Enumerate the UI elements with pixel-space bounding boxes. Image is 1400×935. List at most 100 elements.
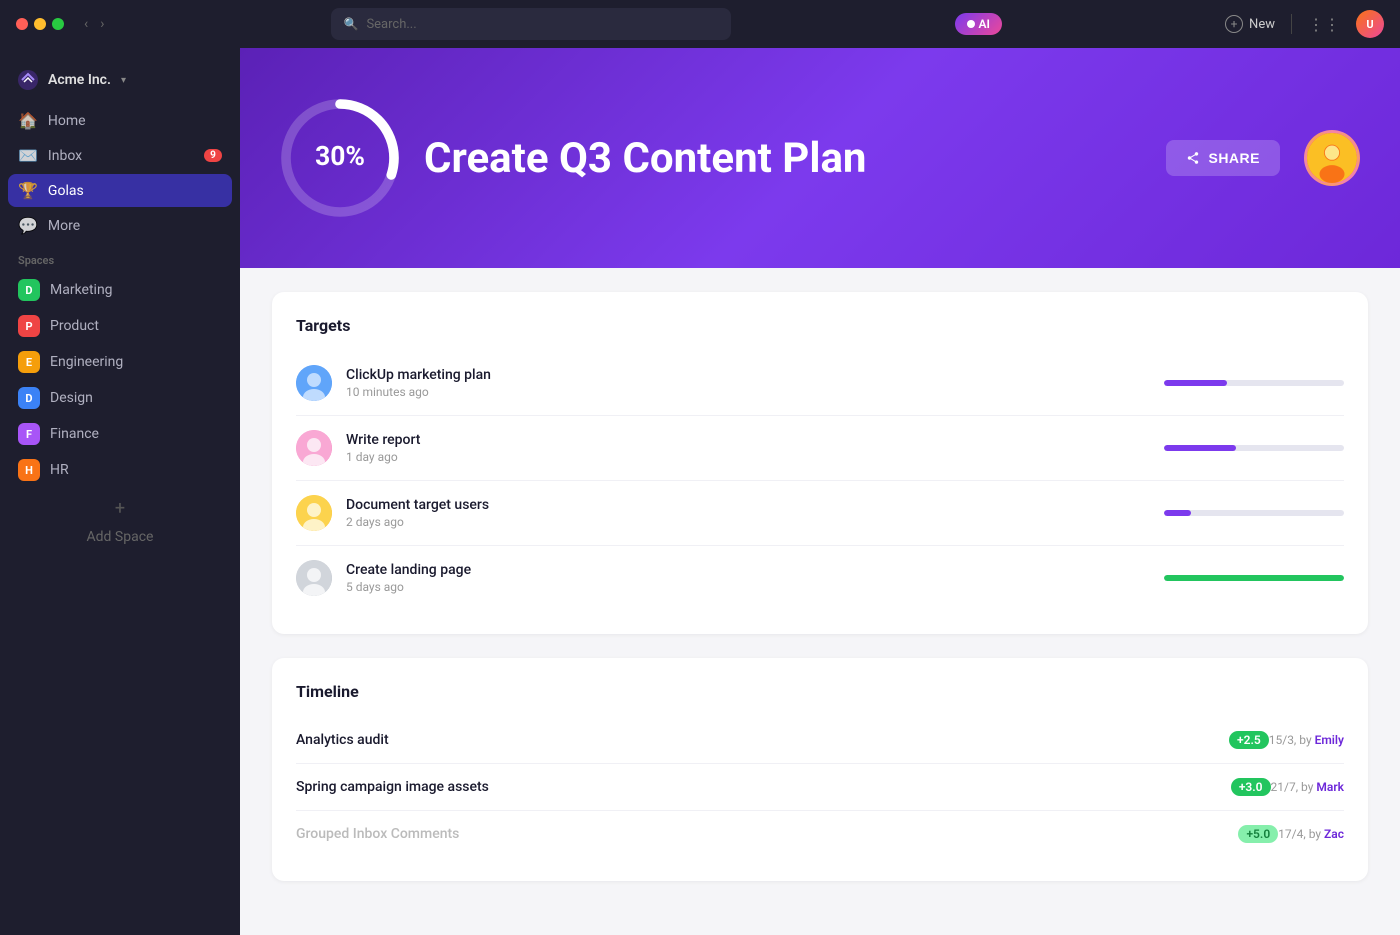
more-icon: 💬 xyxy=(18,216,38,235)
target-progress-3 xyxy=(1164,510,1344,516)
new-plus-icon: + xyxy=(1225,15,1243,33)
target-item-4: Create landing page 5 days ago xyxy=(296,546,1344,610)
hero-title: Create Q3 Content Plan xyxy=(424,134,1142,183)
home-icon: 🏠 xyxy=(18,111,38,130)
target-avatar-3 xyxy=(296,495,332,531)
target-name-2: Write report xyxy=(346,432,1150,448)
targets-card: Targets ClickUp marketing plan 10 minute… xyxy=(272,292,1368,634)
target-info-2: Write report 1 day ago xyxy=(346,432,1150,464)
target-time-1: 10 minutes ago xyxy=(346,385,1150,399)
target-info-3: Document target users 2 days ago xyxy=(346,497,1150,529)
spaces-section-label: Spaces xyxy=(0,242,240,273)
space-item-finance[interactable]: F Finance xyxy=(8,417,232,451)
target-name-3: Document target users xyxy=(346,497,1150,513)
space-label-design: Design xyxy=(50,390,93,406)
workspace-name: Acme Inc. xyxy=(48,72,111,88)
new-button[interactable]: + New xyxy=(1225,15,1275,33)
share-button[interactable]: SHARE xyxy=(1166,140,1280,176)
ai-label: AI xyxy=(979,17,990,31)
timeline-date-1: 15/3, by Emily xyxy=(1269,733,1344,747)
main-layout: Acme Inc. ▾ 🏠 Home ✉️ Inbox 9 🏆 Golas 💬 … xyxy=(0,48,1400,935)
space-item-marketing[interactable]: D Marketing xyxy=(8,273,232,307)
target-time-2: 1 day ago xyxy=(346,450,1150,464)
inbox-icon: ✉️ xyxy=(18,146,38,165)
timeline-card: Timeline Analytics audit +2.5 15/3, by E… xyxy=(272,658,1368,881)
traffic-lights xyxy=(16,18,64,30)
goals-icon: 🏆 xyxy=(18,181,38,200)
search-placeholder: Search... xyxy=(366,17,719,32)
sidebar-nav: 🏠 Home ✉️ Inbox 9 🏆 Golas 💬 More xyxy=(0,104,240,242)
ai-button[interactable]: AI xyxy=(955,13,1002,35)
timeline-name-2: Spring campaign image assets xyxy=(296,779,1221,795)
target-name-1: ClickUp marketing plan xyxy=(346,367,1150,383)
target-progress-4 xyxy=(1164,575,1344,581)
targets-title: Targets xyxy=(296,316,1344,335)
space-label-engineering: Engineering xyxy=(50,354,123,370)
main-content: Targets ClickUp marketing plan 10 minute… xyxy=(240,268,1400,935)
back-arrow[interactable]: ‹ xyxy=(80,14,92,34)
divider xyxy=(1291,14,1292,34)
sidebar: Acme Inc. ▾ 🏠 Home ✉️ Inbox 9 🏆 Golas 💬 … xyxy=(0,48,240,935)
target-name-4: Create landing page xyxy=(346,562,1150,578)
target-item-1: ClickUp marketing plan 10 minutes ago xyxy=(296,351,1344,416)
target-progress-1 xyxy=(1164,380,1344,386)
workspace-header[interactable]: Acme Inc. ▾ xyxy=(0,60,240,104)
sidebar-item-home[interactable]: 🏠 Home xyxy=(8,104,232,137)
add-space-button[interactable]: + Add Space xyxy=(0,491,240,551)
target-info-4: Create landing page 5 days ago xyxy=(346,562,1150,594)
target-avatar-1 xyxy=(296,365,332,401)
hero-header: 30% Create Q3 Content Plan SHARE xyxy=(240,48,1400,268)
hr-badge: H xyxy=(18,459,40,481)
target-item-3: Document target users 2 days ago xyxy=(296,481,1344,546)
target-avatar-4 xyxy=(296,560,332,596)
target-time-3: 2 days ago xyxy=(346,515,1150,529)
nav-arrows: ‹ › xyxy=(80,14,108,34)
forward-arrow[interactable]: › xyxy=(96,14,108,34)
search-bar[interactable]: 🔍 Search... xyxy=(331,8,731,40)
space-label-hr: HR xyxy=(50,462,69,478)
sidebar-item-more[interactable]: 💬 More xyxy=(8,209,232,242)
space-item-product[interactable]: P Product xyxy=(8,309,232,343)
minimize-button[interactable] xyxy=(34,18,46,30)
title-bar-right: + New ⋮⋮ U xyxy=(1225,10,1384,38)
share-label: SHARE xyxy=(1208,150,1260,166)
timeline-date-2: 21/7, by Mark xyxy=(1271,780,1344,794)
title-bar: ‹ › 🔍 Search... AI + New ⋮⋮ U xyxy=(0,0,1400,48)
space-item-design[interactable]: D Design xyxy=(8,381,232,415)
sidebar-item-goals[interactable]: 🏆 Golas xyxy=(8,174,232,207)
close-button[interactable] xyxy=(16,18,28,30)
add-space-label: Add Space xyxy=(87,529,154,545)
maximize-button[interactable] xyxy=(52,18,64,30)
timeline-tag-1: +2.5 xyxy=(1229,731,1269,749)
design-badge: D xyxy=(18,387,40,409)
user-avatar[interactable]: U xyxy=(1356,10,1384,38)
marketing-badge: D xyxy=(18,279,40,301)
timeline-name-1: Analytics audit xyxy=(296,732,1219,748)
sidebar-item-inbox[interactable]: ✉️ Inbox 9 xyxy=(8,139,232,172)
timeline-date-3: 17/4, by Zac xyxy=(1278,827,1344,841)
progress-percent: 30% xyxy=(315,142,365,172)
timeline-title: Timeline xyxy=(296,682,1344,701)
hero-user-avatar[interactable] xyxy=(1304,130,1360,186)
finance-badge: F xyxy=(18,423,40,445)
space-label-marketing: Marketing xyxy=(50,282,113,298)
ai-dot-icon xyxy=(967,20,975,28)
timeline-name-3: Grouped Inbox Comments xyxy=(296,826,1228,842)
timeline-item-3: Grouped Inbox Comments +5.0 17/4, by Zac xyxy=(296,811,1344,857)
grid-icon[interactable]: ⋮⋮ xyxy=(1308,15,1340,34)
content-area: 30% Create Q3 Content Plan SHARE xyxy=(240,48,1400,935)
inbox-badge: 9 xyxy=(204,149,222,162)
new-label: New xyxy=(1249,17,1275,32)
product-badge: P xyxy=(18,315,40,337)
timeline-tag-2: +3.0 xyxy=(1231,778,1271,796)
target-item-2: Write report 1 day ago xyxy=(296,416,1344,481)
spaces-nav: D Marketing P Product E Engineering D De… xyxy=(0,273,240,487)
workspace-logo-icon xyxy=(16,68,40,92)
space-item-hr[interactable]: H HR xyxy=(8,453,232,487)
target-avatar-2 xyxy=(296,430,332,466)
space-label-product: Product xyxy=(50,318,99,334)
search-icon: 🔍 xyxy=(343,17,358,31)
target-info-1: ClickUp marketing plan 10 minutes ago xyxy=(346,367,1150,399)
sidebar-label-inbox: Inbox xyxy=(48,148,194,164)
space-item-engineering[interactable]: E Engineering xyxy=(8,345,232,379)
